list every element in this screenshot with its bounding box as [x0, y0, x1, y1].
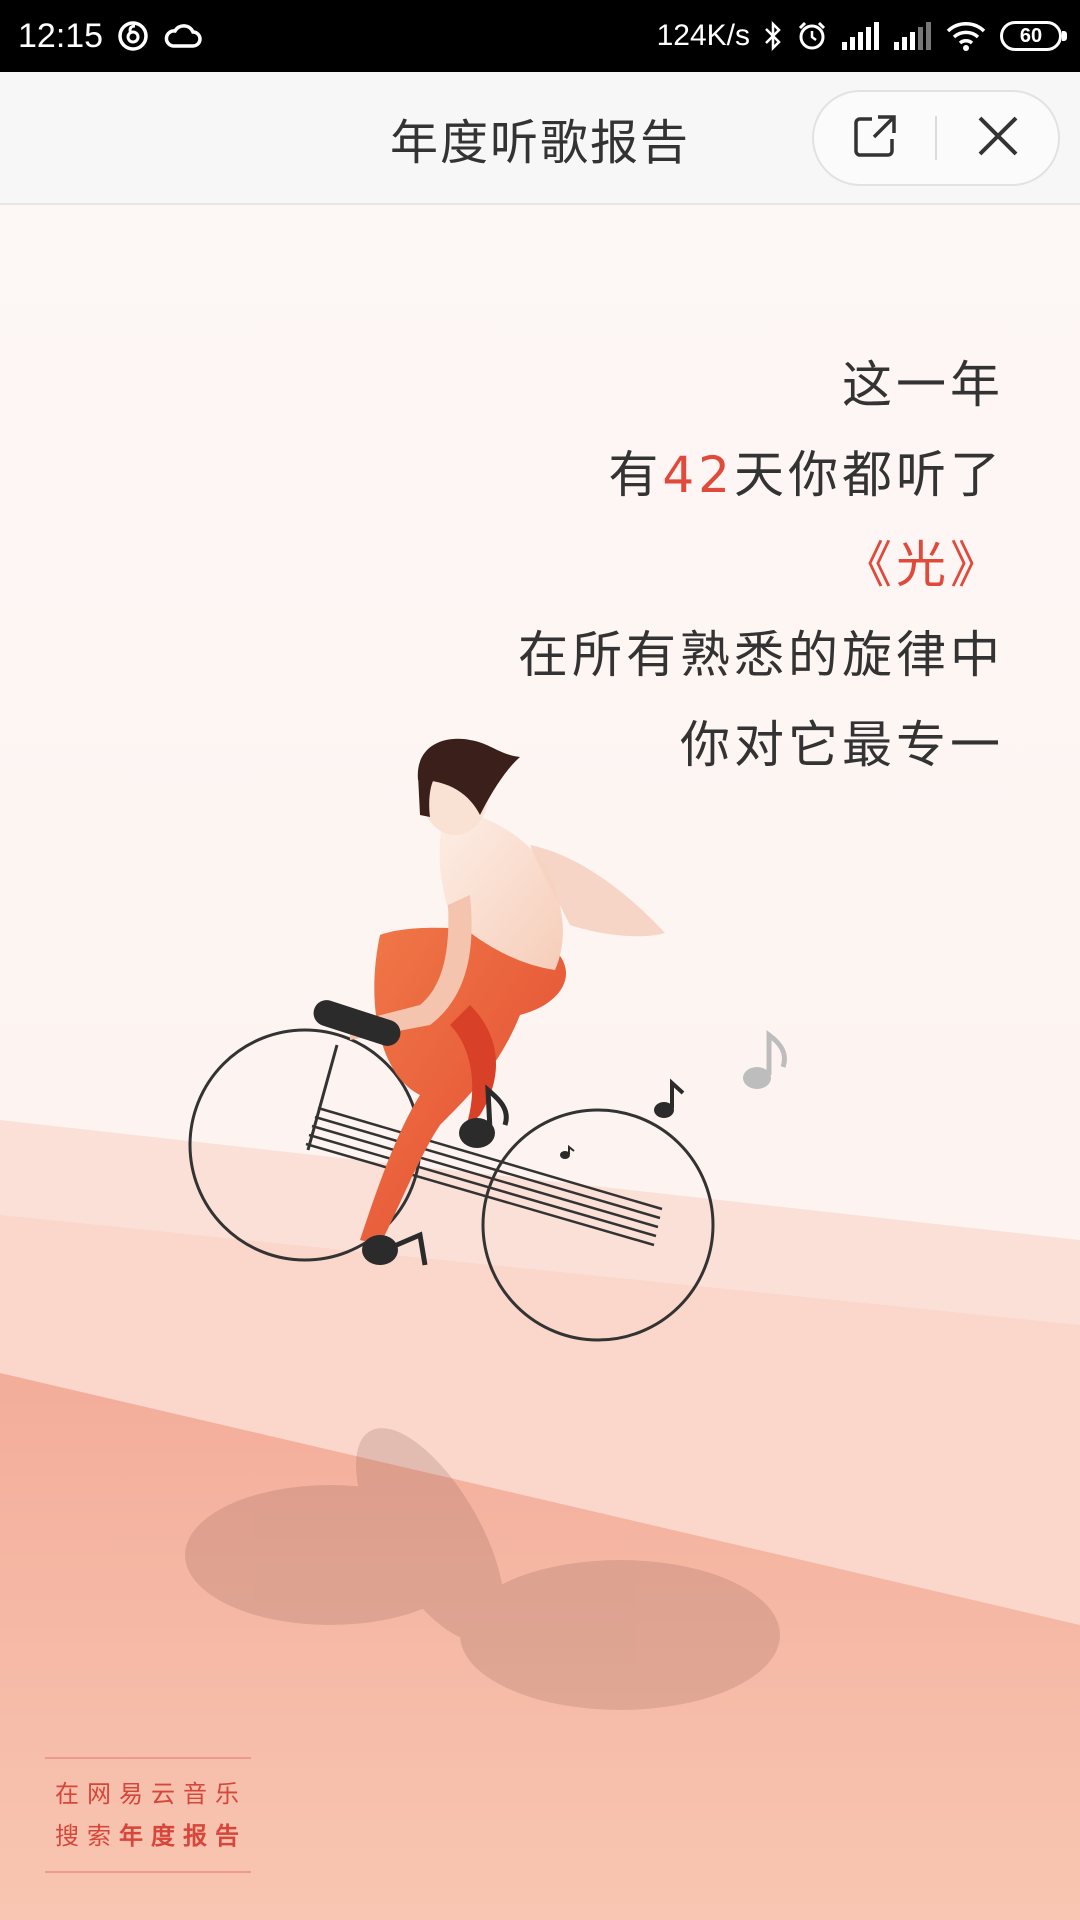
battery-icon: 60	[1000, 21, 1067, 51]
bluetooth-icon	[764, 21, 782, 51]
alarm-icon	[796, 20, 828, 52]
promo-line-2: 搜索年度报告	[55, 1815, 251, 1857]
report-line-2-prefix: 有	[608, 446, 663, 504]
signal-icon	[894, 22, 932, 50]
mini-program-capsule	[812, 90, 1060, 186]
share-button[interactable]	[814, 92, 935, 184]
status-bar: 12:15 124K/s 60	[0, 0, 1080, 72]
search-promo: 在网易云音乐 搜索年度报告	[45, 1757, 251, 1873]
close-icon	[976, 114, 1020, 162]
signal-icon	[842, 22, 880, 50]
share-icon	[852, 113, 898, 163]
song-title: 《光》	[842, 536, 1004, 594]
report-line-2: 有42天你都听了	[518, 430, 1004, 520]
report-page: 这一年 有42天你都听了 《光》 在所有熟悉的旋律中 你对它最专一 在网易云音乐…	[0, 205, 1080, 1920]
report-line-4: 在所有熟悉的旋律中	[518, 626, 1004, 684]
cloud-icon	[163, 22, 203, 50]
promo-line-1: 在网易云音乐	[55, 1780, 247, 1808]
network-speed: 124K/s	[656, 19, 750, 52]
report-line-5: 你对它最专一	[680, 716, 1004, 774]
report-line-2-suffix: 天你都听了	[734, 446, 1004, 504]
report-line-1: 这一年	[842, 356, 1004, 414]
nav-bar: 年度听歌报告	[0, 72, 1080, 205]
promo-keyword: 年度报告	[119, 1822, 247, 1850]
report-text: 这一年 有42天你都听了 《光》 在所有熟悉的旋律中 你对它最专一	[518, 340, 1004, 790]
promo-line-2-prefix: 搜索	[55, 1822, 119, 1850]
netease-music-icon	[117, 20, 149, 52]
battery-level: 60	[1019, 24, 1043, 47]
wifi-icon	[946, 21, 986, 51]
listen-days-count: 42	[662, 446, 734, 504]
clock: 12:15	[18, 16, 104, 55]
floating-notes	[560, 1030, 787, 1159]
close-button[interactable]	[937, 92, 1058, 184]
